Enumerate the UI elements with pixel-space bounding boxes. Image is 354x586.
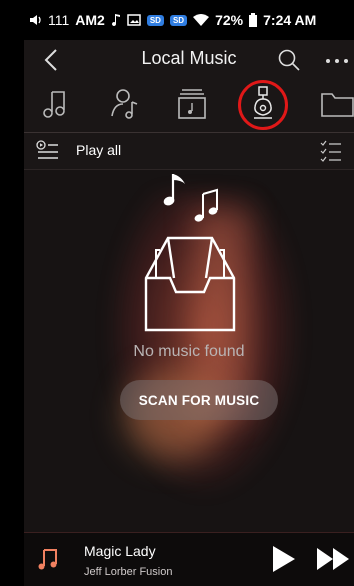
category-tabs <box>24 80 354 130</box>
play-all-label[interactable]: Play all <box>76 142 121 158</box>
selected-tab-highlight <box>238 80 288 130</box>
status-time: 7:24 AM <box>263 12 317 28</box>
device-bezel <box>0 0 24 586</box>
play-all-icon <box>36 140 58 159</box>
play-all-bar[interactable]: Play all <box>24 133 354 169</box>
sd-card-icon: SD <box>146 14 164 26</box>
song-artist: Jeff Lorber Fusion <box>84 566 173 578</box>
status-number: 111 <box>48 12 70 28</box>
empty-inbox-icon <box>144 236 236 332</box>
scan-for-music-button[interactable]: SCAN FOR MUSIC <box>120 380 278 420</box>
app-frame: 111 AM2 SD SD 72% 7:24 AM Local Music Pl… <box>0 0 354 586</box>
now-playing-bar[interactable]: Magic Lady Jeff Lorber Fusion <box>24 532 354 586</box>
sd-card-icon-2: SD <box>169 14 188 26</box>
next-icon[interactable] <box>316 547 352 571</box>
song-title: Magic Lady <box>84 543 156 559</box>
search-icon[interactable] <box>277 48 301 72</box>
play-icon[interactable] <box>271 544 297 574</box>
empty-state: No music found SCAN FOR MUSIC <box>24 170 354 532</box>
tab-albums[interactable] <box>172 84 212 124</box>
battery-percent: 72% <box>215 12 244 28</box>
multi-select-icon[interactable] <box>320 139 342 163</box>
status-am-label: AM2 <box>75 12 105 28</box>
status-bar: 111 AM2 SD SD 72% 7:24 AM <box>24 0 354 40</box>
screen: 111 AM2 SD SD 72% 7:24 AM Local Music Pl… <box>24 0 354 586</box>
battery-icon <box>249 13 258 27</box>
volume-icon <box>30 15 41 25</box>
wifi-icon <box>193 14 210 26</box>
now-playing-icon <box>38 549 57 570</box>
app-header: Local Music <box>24 40 354 80</box>
empty-message: No music found <box>133 343 245 360</box>
tab-songs[interactable] <box>38 84 78 124</box>
music-app-icon <box>111 14 120 27</box>
image-icon <box>127 14 141 26</box>
more-icon[interactable] <box>324 58 352 64</box>
page-title: Local Music <box>141 48 237 68</box>
tab-artists[interactable] <box>106 84 146 124</box>
tab-folders[interactable] <box>316 84 354 124</box>
music-notes-icon <box>163 174 218 222</box>
